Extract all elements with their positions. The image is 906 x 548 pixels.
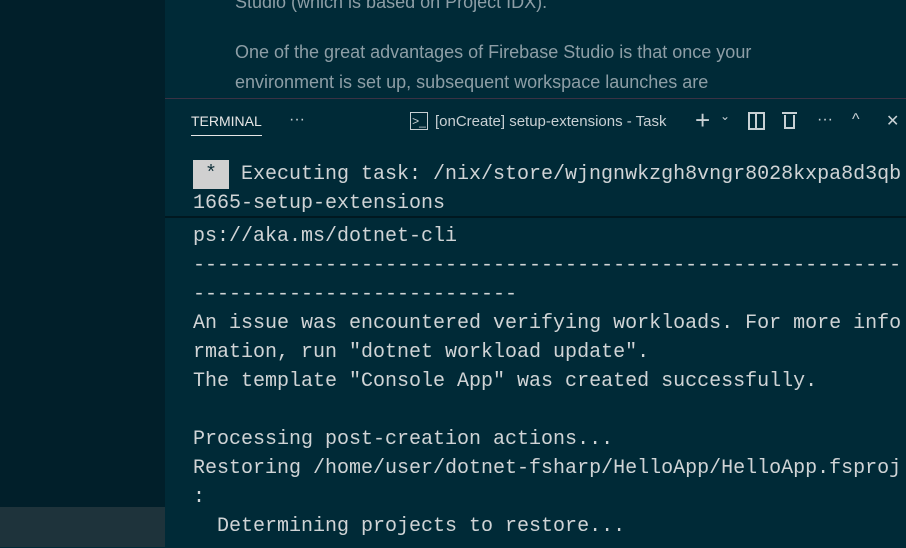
terminal-line: Processing post-creation actions... (193, 428, 614, 451)
sticky-separator (165, 216, 906, 218)
terminal-line: Determining projects to restore... (193, 515, 626, 538)
close-panel-icon[interactable]: ✕ (886, 111, 899, 131)
terminal-sticky-line: * Executing task: /nix/store/wjngnwkzgh8v… (193, 160, 901, 189)
editor-line: environment is set up, subsequent worksp… (235, 72, 709, 92)
terminal-line: ----------------------------------------… (193, 254, 902, 277)
new-terminal-icon[interactable]: + (695, 105, 710, 136)
maximize-panel-icon[interactable]: ^ (852, 111, 860, 129)
tab-terminal[interactable]: TERMINAL (191, 113, 262, 136)
terminal-sticky-line: 1665-setup-extensions (193, 192, 446, 215)
terminal-line: ps://aka.ms/dotnet-cli (193, 225, 458, 248)
terminal-text: Executing task: /nix/store/wjngnwkzgh8vn… (241, 163, 902, 186)
terminal-line: Restoring /home/user/dotnet-fsharp/Hello… (193, 457, 902, 480)
split-terminal-icon[interactable] (748, 112, 765, 130)
sidebar (0, 0, 165, 547)
trash-icon[interactable] (782, 110, 797, 129)
more-actions-icon[interactable]: ··· (817, 111, 833, 129)
terminal-panel: TERMINAL ··· >_ [onCreate] setup-extensi… (165, 98, 906, 547)
panel-more-button[interactable]: ··· (289, 111, 305, 129)
terminal-output[interactable]: ps://aka.ms/dotnet-cli -----------------… (165, 222, 906, 548)
editor-line: One of the great advantages of Firebase … (235, 42, 752, 62)
terminal-line: : (193, 486, 206, 509)
task-star-badge: * (193, 160, 229, 189)
chevron-down-icon[interactable]: ⌄ (720, 109, 730, 123)
panel-tab-bar: TERMINAL ··· >_ [onCreate] setup-extensi… (165, 99, 906, 145)
terminal-line: The template "Console App" was created s… (193, 370, 818, 393)
terminal-icon: >_ (410, 112, 428, 130)
editor-line: Studio (which is based on Project IDX). (235, 0, 548, 12)
editor-preview: Studio (which is based on Project IDX). … (165, 0, 906, 98)
terminal-name[interactable]: [onCreate] setup-extensions - Task (435, 113, 667, 130)
sidebar-bottom-item[interactable] (0, 507, 165, 547)
terminal-line: An issue was encountered verifying workl… (193, 312, 902, 335)
terminal-line: --------------------------- (193, 283, 518, 306)
terminal-line: rmation, run "dotnet workload update". (193, 341, 650, 364)
